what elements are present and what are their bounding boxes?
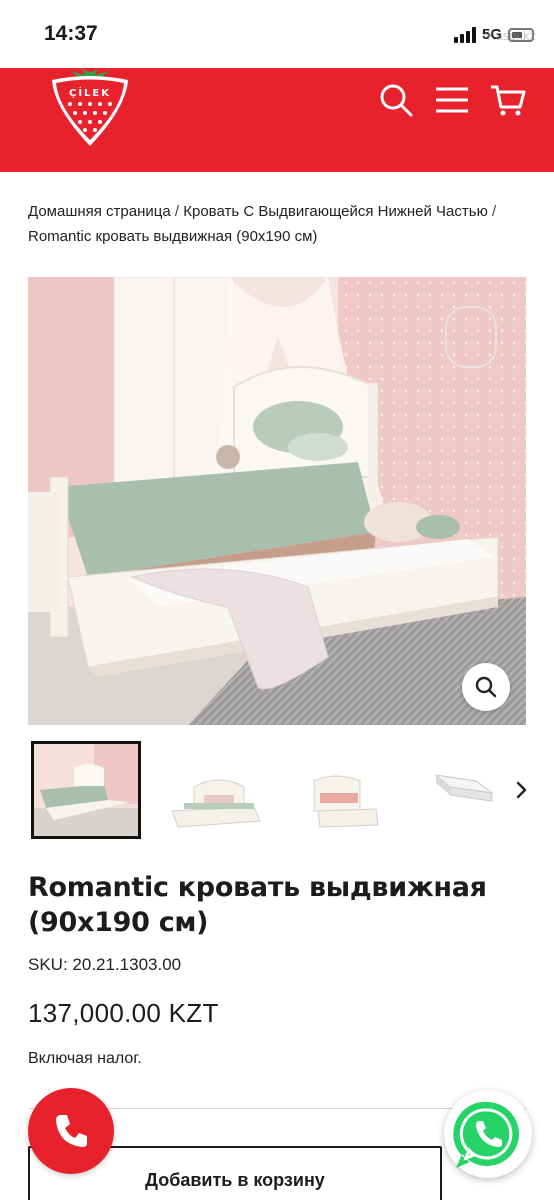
menu-icon[interactable] bbox=[434, 82, 470, 118]
thumbnail-image bbox=[34, 744, 138, 836]
watermark: Kaspi.kz bbox=[486, 28, 536, 43]
signal-icon bbox=[453, 26, 476, 43]
whatsapp-button[interactable] bbox=[444, 1090, 532, 1178]
product-price: 137,000.00 KZT bbox=[28, 998, 219, 1028]
breadcrumb-separator: / bbox=[492, 203, 497, 220]
status-bar: 14:37 5G Kaspi.kz bbox=[0, 0, 554, 68]
zoom-icon bbox=[475, 676, 497, 698]
add-to-cart-label: Добавить в корзину bbox=[145, 1170, 325, 1190]
thumbnail-strip bbox=[28, 741, 554, 841]
breadcrumb-current: Romantic кровать выдвижная (90x190 см) bbox=[28, 228, 318, 245]
thumbnail-2[interactable] bbox=[164, 741, 274, 839]
bed-photo bbox=[28, 277, 526, 725]
status-time: 14:37 bbox=[44, 22, 98, 45]
main-product-image[interactable] bbox=[28, 277, 526, 725]
breadcrumb-home[interactable]: Домашняя страница bbox=[28, 203, 171, 220]
cart-icon[interactable] bbox=[490, 82, 526, 118]
search-icon[interactable] bbox=[378, 82, 414, 118]
svg-text:ÇİLEK: ÇİLEK bbox=[69, 85, 111, 99]
strawberry-logo[interactable]: ÇİLEK bbox=[48, 68, 132, 148]
breadcrumb: Домашняя страница / Кровать С Выдвигающе… bbox=[28, 199, 528, 249]
thumbnail-image bbox=[296, 741, 406, 839]
sku-line: SKU: 20.21.1303.00 bbox=[28, 955, 181, 975]
sku-label: SKU: bbox=[28, 955, 68, 974]
sku-value: 20.21.1303.00 bbox=[72, 955, 182, 974]
product-title: Romantic кровать выдвижная (90x190 см) bbox=[28, 872, 487, 938]
phone-icon bbox=[56, 1115, 87, 1147]
thumbnail-3[interactable] bbox=[296, 741, 406, 839]
thumbnail-1[interactable] bbox=[31, 741, 141, 839]
site-header: ÇİLEK bbox=[0, 68, 554, 172]
breadcrumb-category[interactable]: Кровать С Выдвигающейся Нижней Частью bbox=[183, 203, 488, 220]
zoom-button[interactable] bbox=[462, 663, 510, 711]
call-button[interactable] bbox=[28, 1088, 114, 1174]
whatsapp-icon bbox=[453, 1101, 519, 1168]
thumbnail-image bbox=[164, 741, 274, 839]
tax-note: Включая налог. bbox=[28, 1050, 142, 1067]
chevron-right-icon[interactable] bbox=[510, 779, 532, 801]
breadcrumb-separator: / bbox=[174, 203, 180, 220]
